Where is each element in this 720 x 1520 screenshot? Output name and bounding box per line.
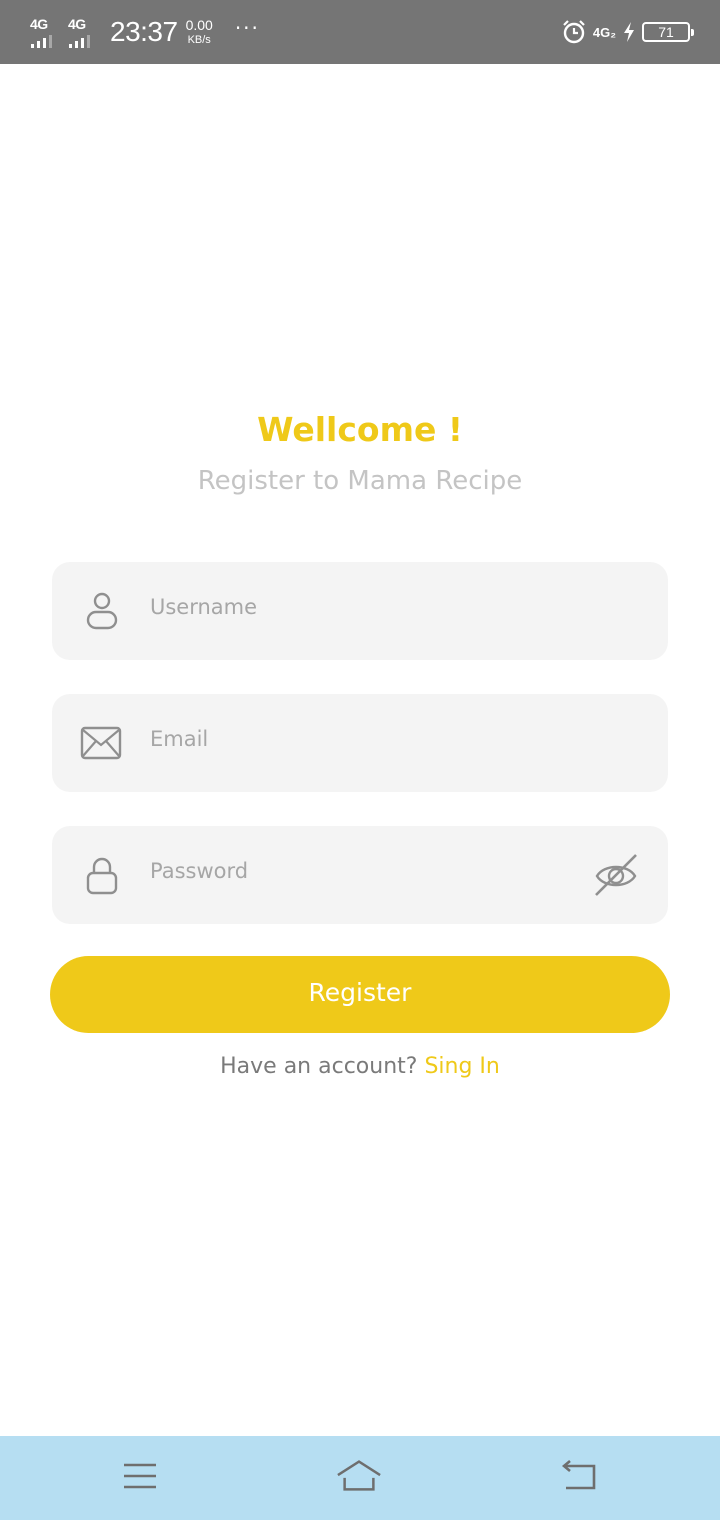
username-field[interactable] xyxy=(52,562,668,660)
menu-icon[interactable] xyxy=(118,1456,164,1496)
signal-label: 4G xyxy=(30,16,48,32)
network-speed-value: 0.00 xyxy=(185,17,213,34)
navigation-bar xyxy=(0,1436,720,1520)
email-input[interactable] xyxy=(150,694,580,792)
network-speed-unit: KB/s xyxy=(187,33,211,46)
alarm-icon xyxy=(563,20,585,44)
signal-icon: 4G xyxy=(68,12,100,52)
home-icon[interactable] xyxy=(336,1456,382,1496)
page-subtitle: Register to Mama Recipe xyxy=(197,466,523,496)
page-title: Wellcome ! xyxy=(257,410,463,449)
password-input[interactable] xyxy=(150,826,580,924)
signal-icon: 4G xyxy=(30,12,62,52)
mail-icon xyxy=(80,726,122,760)
eye-off-icon[interactable] xyxy=(592,852,640,898)
register-button[interactable]: Register xyxy=(50,956,670,1033)
user-icon xyxy=(86,592,118,630)
email-field[interactable] xyxy=(52,694,668,792)
signin-link[interactable]: Sing In xyxy=(424,1054,499,1079)
battery-level: 71 xyxy=(658,24,674,40)
back-icon[interactable] xyxy=(556,1456,602,1496)
network-type: 4G₂ xyxy=(592,24,616,40)
network-speed: 0.00 KB/s xyxy=(185,17,213,46)
password-field[interactable] xyxy=(52,826,668,924)
status-bar-left: 4G 4G 23:37 0.00 KB/s ··· xyxy=(30,0,260,64)
lock-icon xyxy=(86,857,118,895)
clock: 23:37 xyxy=(110,16,178,47)
signal-label: 4G xyxy=(68,16,86,32)
status-bar-right: 4G₂ 71 xyxy=(561,0,694,64)
signin-prompt: Have an account? xyxy=(220,1054,418,1079)
signin-row: Have an account? Sing In xyxy=(0,1054,720,1079)
battery-icon: 71 xyxy=(642,22,694,42)
status-bar: 4G 4G 23:37 0.00 KB/s ··· 4G₂ 71 xyxy=(0,0,720,64)
username-input[interactable] xyxy=(150,562,580,660)
more-notifications-icon: ··· xyxy=(234,16,260,40)
charging-icon xyxy=(624,22,634,42)
